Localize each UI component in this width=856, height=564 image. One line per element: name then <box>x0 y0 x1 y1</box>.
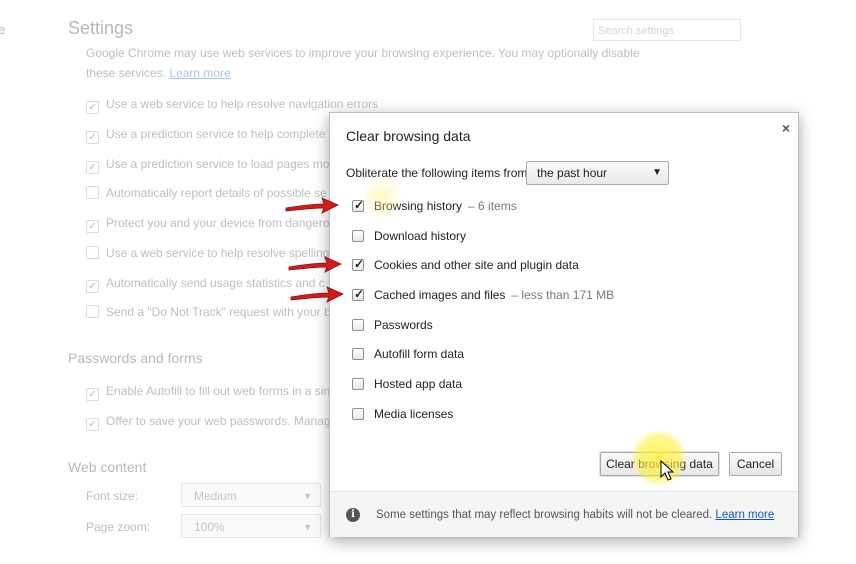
clear-option-text: Cached images and files <box>374 288 506 302</box>
font-size-label: Font size: <box>86 489 139 503</box>
privacy-item[interactable]: ✓ Protect you and your device from danger… <box>86 216 336 233</box>
clear-option-label: Cached images and files – less than 171 M… <box>374 288 614 302</box>
privacy-item[interactable]: ✓ Use a prediction service to help comple… <box>86 127 348 144</box>
footer-note-text: Some settings that may reflect browsing … <box>376 509 713 521</box>
checkbox[interactable]: ✓ <box>86 131 99 144</box>
info-icon: i <box>346 508 360 522</box>
section-heading-web-content: Web content <box>68 459 147 475</box>
checkbox[interactable]: ✓ <box>86 220 99 233</box>
dialog-footer: i Some settings that may reflect browsin… <box>330 491 798 537</box>
page-zoom-select[interactable]: 100% ▼ <box>181 514 321 538</box>
checkbox[interactable] <box>352 378 364 390</box>
red-arrow-icon <box>288 256 342 273</box>
clear-option-label: Media licenses <box>374 407 453 421</box>
clear-option-text: Passwords <box>374 318 433 332</box>
clear-option-text: Media licenses <box>374 407 454 421</box>
privacy-item[interactable]: Send a "Do Not Track" request with your … <box>86 305 341 319</box>
time-period-select[interactable]: the past hour ▼ <box>526 161 669 185</box>
checkmark-icon: ✓ <box>354 257 365 271</box>
clear-option-label: Download history <box>374 229 466 243</box>
checkbox[interactable]: ✓ <box>86 101 99 114</box>
cancel-button[interactable]: Cancel <box>729 452 782 476</box>
clear-option-text: Autofill form data <box>374 347 465 361</box>
privacy-item[interactable]: ✓ Use a prediction service to load pages … <box>86 157 340 174</box>
privacy-intro: Google Chrome may use web services to im… <box>86 43 646 83</box>
checkbox[interactable]: ✓ <box>86 388 99 401</box>
checkbox[interactable] <box>86 305 99 318</box>
clear-option-detail: – 6 items <box>468 199 517 213</box>
clear-browsing-data-dialog: Clear browsing data × Obliterate the fol… <box>329 112 799 537</box>
clear-option-text: Download history <box>374 229 467 243</box>
privacy-learn-more-link[interactable]: Learn more <box>169 66 230 80</box>
checkmark-icon: ✓ <box>354 287 365 301</box>
password-item[interactable]: ✓ Enable Autofill to fill out web forms i… <box>86 384 339 401</box>
clear-option-label: Passwords <box>374 318 433 332</box>
checkbox[interactable] <box>352 319 364 331</box>
chevron-down-icon: ▼ <box>303 522 312 532</box>
checkbox[interactable] <box>352 230 364 242</box>
dropdown-caret-icon: ▼ <box>652 167 662 178</box>
clear-option-text: Cookies and other site and plugin data <box>374 258 579 272</box>
left-edge-text: e <box>0 22 6 37</box>
page-title: Settings <box>68 18 134 38</box>
checkbox[interactable]: ✓ <box>352 287 365 301</box>
dialog-title: Clear browsing data <box>346 128 471 144</box>
checkbox[interactable] <box>352 348 364 360</box>
clear-option-label: Cookies and other site and plugin data <box>374 258 579 272</box>
page-zoom-label: Page zoom: <box>86 520 151 534</box>
clear-option-label: Hosted app data <box>374 377 462 391</box>
checkbox[interactable]: ✓ <box>86 418 99 431</box>
search-input[interactable]: Search settings <box>593 19 741 41</box>
mouse-cursor-icon <box>660 460 674 481</box>
footer-note: Some settings that may reflect browsing … <box>376 509 774 521</box>
footer-learn-more-link[interactable]: Learn more <box>715 509 774 521</box>
time-period-value: the past hour <box>537 166 608 180</box>
font-size-select[interactable]: Medium ▼ <box>181 483 321 507</box>
section-heading-passwords: Passwords and forms <box>68 350 203 366</box>
clear-option-label: Autofill form data <box>374 347 464 361</box>
red-arrow-icon <box>290 286 344 303</box>
chevron-down-icon: ▼ <box>303 491 312 501</box>
clear-option-detail: – less than 171 MB <box>511 288 615 302</box>
password-item[interactable]: ✓ Offer to save your web passwords. Manag… <box>86 414 347 431</box>
clear-option-text: Hosted app data <box>374 377 463 391</box>
checkbox[interactable]: ✓ <box>86 280 99 293</box>
checkbox[interactable] <box>86 186 99 199</box>
checkbox[interactable]: ✓ <box>352 257 365 271</box>
checkbox[interactable] <box>86 246 99 259</box>
checkbox[interactable] <box>352 408 364 420</box>
focus-glow <box>359 175 405 221</box>
close-icon[interactable]: × <box>782 120 790 136</box>
click-highlight <box>631 430 687 486</box>
checkbox[interactable]: ✓ <box>86 161 99 174</box>
red-arrow-icon <box>285 197 339 214</box>
